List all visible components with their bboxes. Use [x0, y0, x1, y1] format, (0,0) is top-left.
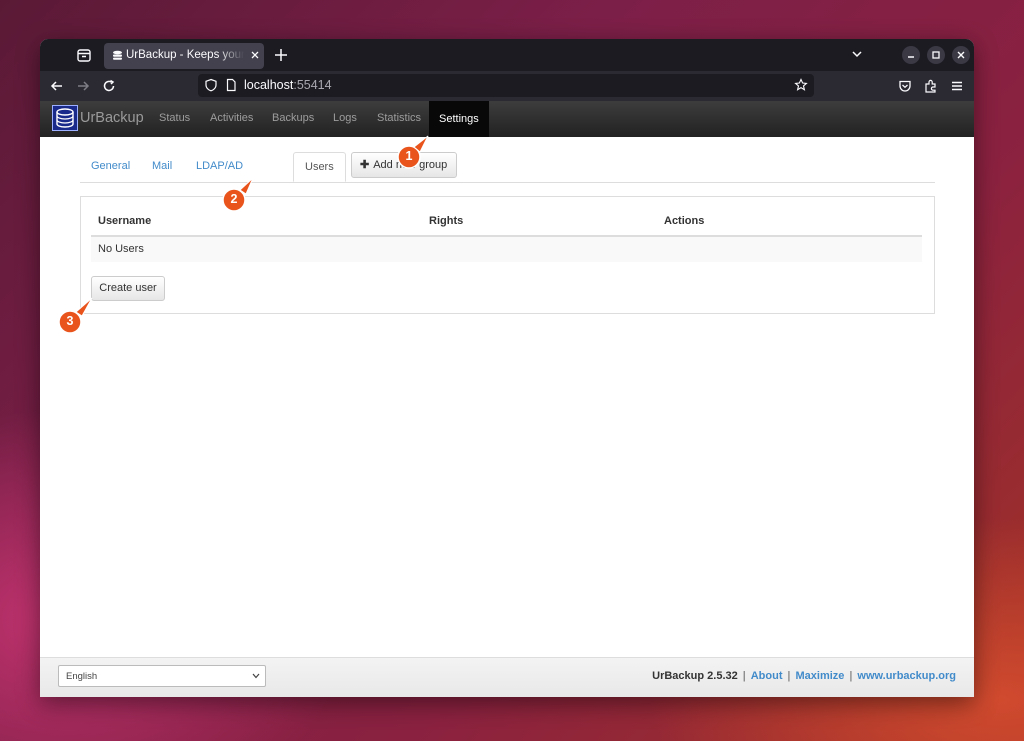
- table-row: No Users: [91, 237, 922, 262]
- close-tab-icon[interactable]: [248, 48, 262, 62]
- nav-statistics[interactable]: Statistics: [377, 112, 421, 124]
- pocket-icon[interactable]: [897, 78, 913, 94]
- reload-icon[interactable]: [101, 78, 117, 94]
- nav-settings[interactable]: Settings: [429, 101, 489, 137]
- create-user-button[interactable]: Create user: [91, 276, 165, 301]
- nav-logs[interactable]: Logs: [333, 112, 357, 124]
- forward-arrow-icon[interactable]: [75, 78, 91, 94]
- nav-activities[interactable]: Activities: [210, 112, 253, 124]
- minimize-icon[interactable]: [902, 46, 920, 64]
- url-text: localhost:55414: [244, 78, 332, 92]
- language-select[interactable]: English: [58, 665, 266, 687]
- new-tab-icon[interactable]: [272, 46, 290, 64]
- empty-users-text: No Users: [98, 243, 144, 255]
- urbackup-logo-icon[interactable]: [52, 105, 78, 131]
- extensions-icon[interactable]: [923, 78, 939, 94]
- column-actions: Actions: [664, 215, 705, 227]
- back-arrow-icon[interactable]: [49, 78, 65, 94]
- tab-mail[interactable]: Mail: [152, 160, 172, 172]
- settings-tabs: General Mail LDAP/AD Users ✚Add new grou…: [80, 152, 935, 183]
- close-window-icon[interactable]: [952, 46, 970, 64]
- column-rights: Rights: [429, 215, 464, 227]
- settings-content: General Mail LDAP/AD Users ✚Add new grou…: [40, 137, 974, 657]
- column-username: Username: [98, 215, 152, 227]
- tab-ldap-ad[interactable]: LDAP/AD: [196, 160, 243, 172]
- callout-1: 1: [397, 145, 421, 169]
- website-link[interactable]: www.urbackup.org: [857, 670, 956, 682]
- hamburger-menu-icon[interactable]: [949, 78, 965, 94]
- app-brand[interactable]: UrBackup: [80, 110, 144, 126]
- nav-backups[interactable]: Backups: [272, 112, 314, 124]
- maximize-window-icon[interactable]: [927, 46, 945, 64]
- page-info-icon[interactable]: [224, 78, 238, 92]
- shield-icon[interactable]: [204, 78, 218, 92]
- tab-general[interactable]: General: [91, 160, 130, 172]
- bookmark-star-icon[interactable]: [794, 78, 808, 92]
- app-navbar: UrBackup Status Activities Backups Logs …: [40, 101, 974, 137]
- users-panel: Username Rights Actions No Users Create …: [80, 196, 935, 314]
- maximize-link[interactable]: Maximize: [795, 670, 844, 682]
- browser-window: UrBackup - Keeps your data safe localhos…: [40, 39, 974, 697]
- navigation-toolbar: localhost:55414: [40, 71, 974, 101]
- callout-3: 3: [58, 310, 82, 334]
- version-text: UrBackup 2.5.32: [652, 670, 738, 682]
- nav-status[interactable]: Status: [159, 112, 190, 124]
- plus-icon: ✚: [360, 159, 370, 171]
- language-value: English: [66, 671, 98, 682]
- tab-title: UrBackup - Keeps your data safe: [126, 49, 244, 61]
- users-table-header: Username Rights Actions: [91, 206, 922, 237]
- url-bar[interactable]: localhost:55414: [198, 74, 814, 97]
- chevron-down-icon[interactable]: [850, 47, 864, 61]
- app-footer: English UrBackup 2.5.32 | About | Maximi…: [40, 657, 974, 697]
- chevron-down-icon: [252, 673, 260, 679]
- browser-tab[interactable]: UrBackup - Keeps your data safe: [104, 43, 264, 69]
- tab-users[interactable]: Users: [293, 152, 346, 182]
- list-all-tabs-icon[interactable]: [74, 45, 94, 65]
- about-link[interactable]: About: [751, 670, 783, 682]
- tab-strip: UrBackup - Keeps your data safe: [40, 39, 974, 71]
- urbackup-favicon-icon: [113, 50, 122, 60]
- callout-2: 2: [222, 188, 246, 212]
- footer-links: UrBackup 2.5.32 | About | Maximize | www…: [652, 670, 956, 682]
